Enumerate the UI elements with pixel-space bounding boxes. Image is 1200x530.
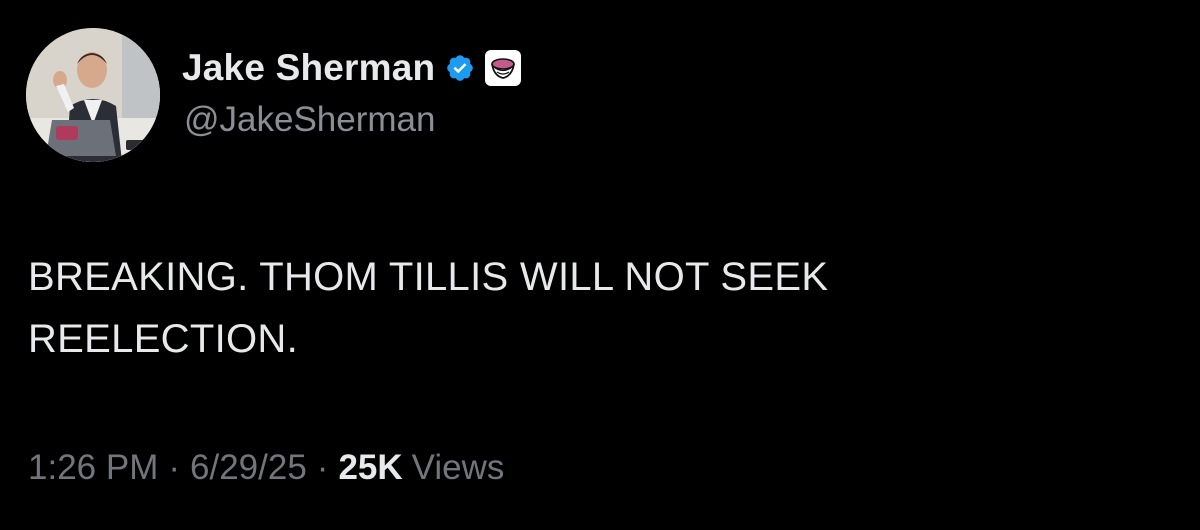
- tweet-meta: 1:26 PM · 6/29/25 · 25K Views: [28, 448, 504, 488]
- author-handle[interactable]: @JakeSherman: [184, 100, 435, 140]
- affiliate-logo-icon[interactable]: [485, 50, 522, 86]
- tweet-card: Jake Sherman @JakeSherman BREAKING. THOM…: [0, 0, 1200, 530]
- author-display-name[interactable]: Jake Sherman: [182, 47, 435, 89]
- tweet-time[interactable]: 1:26 PM: [28, 448, 158, 488]
- meta-separator: ·: [316, 448, 329, 487]
- tweet-text-line-2: REELECTION.: [28, 317, 299, 361]
- author-avatar[interactable]: [26, 28, 160, 162]
- meta-separator: ·: [168, 448, 181, 487]
- author-name-row: Jake Sherman: [182, 44, 522, 92]
- tweet-text: BREAKING. THOM TILLIS WILL NOT SEEK REEL…: [28, 246, 1128, 370]
- tweet-date[interactable]: 6/29/25: [190, 448, 307, 488]
- verified-badge-icon[interactable]: [445, 53, 475, 83]
- views-count[interactable]: 25K: [338, 448, 402, 488]
- tweet-text-line-1: BREAKING. THOM TILLIS WILL NOT SEEK: [28, 255, 829, 299]
- views-label: Views: [411, 448, 505, 487]
